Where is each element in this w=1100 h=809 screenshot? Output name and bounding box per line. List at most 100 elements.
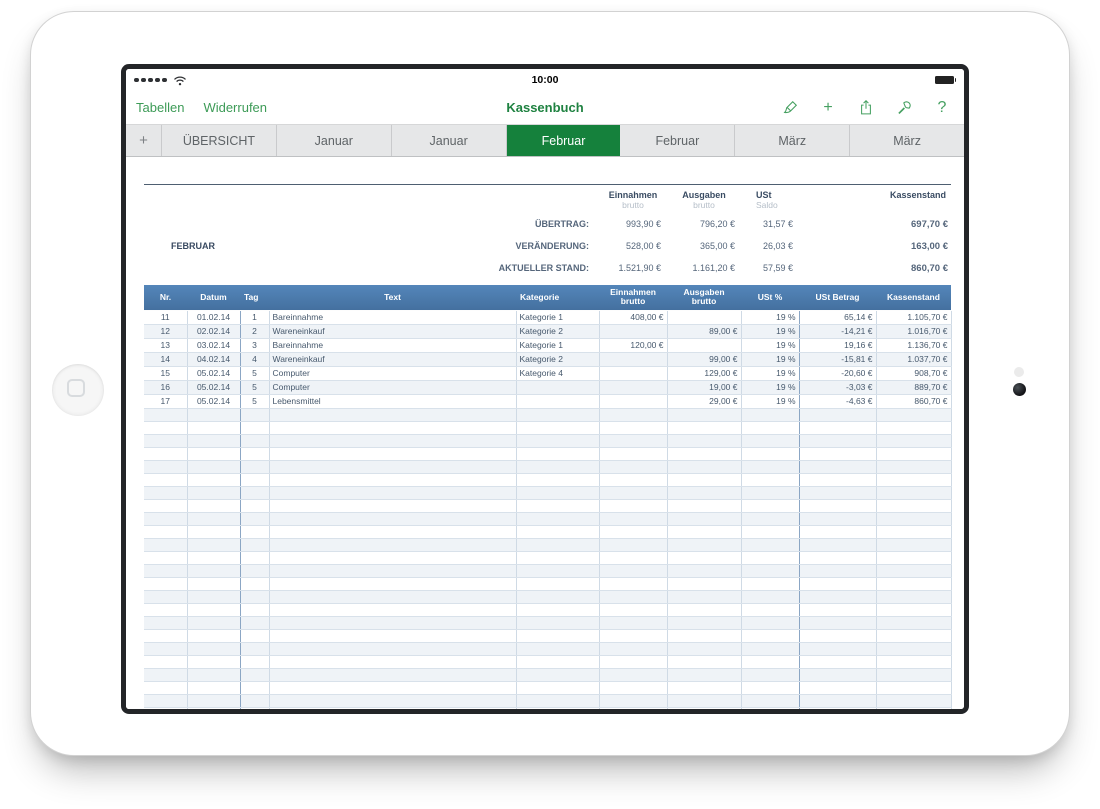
- add-icon[interactable]: +: [819, 99, 837, 117]
- table-row[interactable]: [144, 486, 951, 499]
- cell-ust[interactable]: [741, 655, 799, 668]
- tabellen-button[interactable]: Tabellen: [136, 100, 184, 115]
- col-header-ust-betrag[interactable]: USt Betrag: [799, 285, 876, 310]
- cell-tag[interactable]: [240, 434, 269, 447]
- cell-aus[interactable]: [667, 694, 741, 707]
- cell-ust[interactable]: [741, 616, 799, 629]
- table-row[interactable]: [144, 551, 951, 564]
- cell-kat[interactable]: [516, 551, 599, 564]
- cell-text[interactable]: [269, 421, 516, 434]
- cell-betrag[interactable]: [799, 499, 876, 512]
- cell-nr[interactable]: 15: [144, 366, 187, 380]
- cell-kassen[interactable]: [876, 629, 951, 642]
- cell-tag[interactable]: [240, 408, 269, 421]
- summary-row-uebertrag[interactable]: ÜBERTRAG: 993,90 € 796,20 € 31,57 € 697,…: [144, 213, 951, 235]
- cell-datum[interactable]: 03.02.14: [187, 338, 240, 352]
- col-header-ust[interactable]: USt %: [741, 285, 799, 310]
- cell-kat[interactable]: [516, 486, 599, 499]
- col-header-einnahmen[interactable]: Einnahmen brutto: [599, 285, 667, 310]
- cell-ust[interactable]: [741, 499, 799, 512]
- cell-kat[interactable]: Kategorie 2: [516, 352, 599, 366]
- cell-text[interactable]: [269, 447, 516, 460]
- cell-datum[interactable]: [187, 694, 240, 707]
- cell-kassen[interactable]: [876, 421, 951, 434]
- col-header-ausgaben[interactable]: Ausgaben brutto: [667, 285, 741, 310]
- table-row[interactable]: 1404.02.144WareneinkaufKategorie 299,00 …: [144, 352, 951, 366]
- cell-ein[interactable]: [599, 486, 667, 499]
- cell-kat[interactable]: [516, 525, 599, 538]
- cell-ein[interactable]: [599, 352, 667, 366]
- cell-ein[interactable]: [599, 577, 667, 590]
- cell-betrag[interactable]: [799, 486, 876, 499]
- cell-kat[interactable]: [516, 499, 599, 512]
- cell-kassen[interactable]: [876, 538, 951, 551]
- cell-kassen[interactable]: [876, 564, 951, 577]
- cell-kat[interactable]: [516, 564, 599, 577]
- cell-text[interactable]: [269, 564, 516, 577]
- cell-datum[interactable]: [187, 525, 240, 538]
- cell-kat[interactable]: [516, 473, 599, 486]
- cell-kassen[interactable]: [876, 460, 951, 473]
- cell-ust[interactable]: 19 %: [741, 366, 799, 380]
- cell-ein[interactable]: [599, 434, 667, 447]
- col-header-nr[interactable]: Nr.: [144, 285, 187, 310]
- table-row[interactable]: [144, 564, 951, 577]
- cell-betrag[interactable]: [799, 629, 876, 642]
- cell-ein[interactable]: [599, 655, 667, 668]
- cell-kat[interactable]: [516, 681, 599, 694]
- cell-ust[interactable]: [741, 564, 799, 577]
- cell-datum[interactable]: [187, 655, 240, 668]
- cell-aus[interactable]: [667, 642, 741, 655]
- cell-nr[interactable]: [144, 525, 187, 538]
- cell-kassen[interactable]: [876, 512, 951, 525]
- cell-aus[interactable]: [667, 577, 741, 590]
- cell-aus[interactable]: 129,00 €: [667, 366, 741, 380]
- cell-ein[interactable]: [599, 629, 667, 642]
- table-row[interactable]: 1705.02.145Lebensmittel29,00 €19 %-4,63 …: [144, 394, 951, 408]
- cell-betrag[interactable]: [799, 681, 876, 694]
- cell-text[interactable]: [269, 668, 516, 681]
- cell-tag[interactable]: [240, 694, 269, 707]
- cell-tag[interactable]: [240, 512, 269, 525]
- cell-aus[interactable]: 99,00 €: [667, 352, 741, 366]
- cell-ein[interactable]: [599, 603, 667, 616]
- table-row[interactable]: [144, 616, 951, 629]
- cell-aus[interactable]: [667, 616, 741, 629]
- sheet-tab-3-februar[interactable]: Februar: [507, 125, 621, 156]
- cell-datum[interactable]: [187, 447, 240, 460]
- cell-ust[interactable]: [741, 434, 799, 447]
- cell-ein[interactable]: [599, 499, 667, 512]
- cell-kassen[interactable]: 1.136,70 €: [876, 338, 951, 352]
- cell-tag[interactable]: 2: [240, 324, 269, 338]
- cell-kat[interactable]: Kategorie 1: [516, 310, 599, 324]
- cell-aus[interactable]: [667, 460, 741, 473]
- cell-datum[interactable]: [187, 629, 240, 642]
- cell-aus[interactable]: [667, 473, 741, 486]
- sheet-tab-4-februar[interactable]: Februar: [620, 125, 735, 156]
- cell-betrag[interactable]: 19,16 €: [799, 338, 876, 352]
- cell-aus[interactable]: [667, 655, 741, 668]
- cell-betrag[interactable]: [799, 525, 876, 538]
- cell-kat[interactable]: [516, 616, 599, 629]
- cell-tag[interactable]: [240, 473, 269, 486]
- col-header-kategorie[interactable]: Kategorie: [516, 285, 599, 310]
- cell-tag[interactable]: [240, 681, 269, 694]
- cell-betrag[interactable]: [799, 616, 876, 629]
- cell-betrag[interactable]: -15,81 €: [799, 352, 876, 366]
- cell-ust[interactable]: [741, 590, 799, 603]
- cell-text[interactable]: [269, 460, 516, 473]
- cell-nr[interactable]: 14: [144, 352, 187, 366]
- cell-nr[interactable]: 13: [144, 338, 187, 352]
- cell-kat[interactable]: [516, 512, 599, 525]
- cell-text[interactable]: Lebensmittel: [269, 394, 516, 408]
- cell-datum[interactable]: [187, 512, 240, 525]
- cell-datum[interactable]: [187, 421, 240, 434]
- cell-nr[interactable]: 16: [144, 380, 187, 394]
- cell-text[interactable]: Bareinnahme: [269, 310, 516, 324]
- cell-ust[interactable]: [741, 460, 799, 473]
- table-row[interactable]: 1101.02.141BareinnahmeKategorie 1408,00 …: [144, 310, 951, 324]
- cell-kassen[interactable]: [876, 551, 951, 564]
- cell-nr[interactable]: [144, 486, 187, 499]
- cell-ein[interactable]: [599, 408, 667, 421]
- cell-text[interactable]: [269, 603, 516, 616]
